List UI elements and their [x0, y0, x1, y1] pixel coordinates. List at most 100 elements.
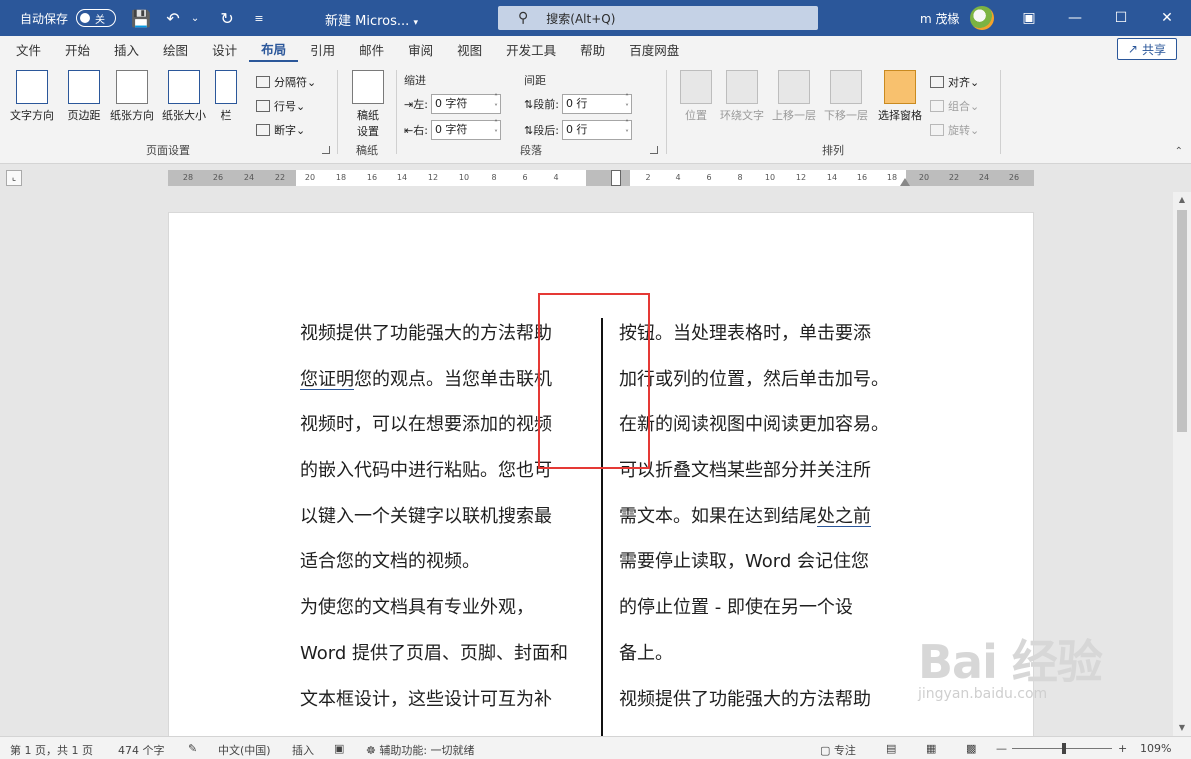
horizontal-ruler[interactable]: 28 26 24 22 20 18 16 14 12 10 8 6 4 2 4 …: [168, 170, 1034, 186]
size-button[interactable]: 纸张大小: [158, 70, 210, 123]
tab-view[interactable]: 视图: [445, 36, 494, 62]
align-button[interactable]: 对齐 ⌄: [930, 74, 979, 90]
draft-paper-setup-button[interactable]: 稿纸 设置: [342, 70, 394, 139]
indent-left[interactable]: ⇥ 左: 0 字符: [404, 93, 501, 114]
spacing-after[interactable]: ⇅ 段后: 0 行: [524, 119, 632, 140]
read-mode-icon[interactable]: ▤: [886, 742, 896, 755]
maximize-icon[interactable]: ☐: [1098, 0, 1144, 36]
user-name[interactable]: m 茂椽: [920, 10, 960, 27]
tab-layout[interactable]: 布局: [249, 36, 299, 62]
avatar[interactable]: [970, 6, 994, 30]
insert-mode[interactable]: 插入: [292, 742, 314, 758]
spellcheck-underlined-text[interactable]: 处之前: [817, 506, 871, 527]
indent-right-input[interactable]: 0 字符: [430, 119, 501, 140]
spacing-after-input[interactable]: 0 行: [561, 119, 632, 140]
document-page[interactable]: 视频提供了功能强大的方法帮助 您证明您的观点。当您单击联机 视频时，可以在想要添…: [168, 212, 1034, 736]
tab-file[interactable]: 文件: [4, 36, 53, 62]
close-icon[interactable]: ✕: [1144, 0, 1190, 36]
search-box[interactable]: ⚲ 搜索(Alt+Q): [498, 6, 818, 30]
rotate-button[interactable]: 旋转 ⌄: [930, 122, 979, 138]
margins-button[interactable]: 页边距: [58, 70, 110, 123]
tab-references[interactable]: 引用: [298, 36, 347, 62]
tab-insert[interactable]: 插入: [102, 36, 151, 62]
text-line[interactable]: 的停止位置 - 即使在另一个设: [619, 597, 939, 643]
ruler-tick: 22: [948, 173, 960, 182]
selection-pane-button[interactable]: 选择窗格: [874, 70, 926, 123]
web-layout-icon[interactable]: ▩: [966, 742, 976, 755]
text-line[interactable]: 需要停止读取，Word 会记住您: [619, 551, 939, 597]
zoom-out-icon[interactable]: —: [996, 742, 1007, 755]
page-setup-launcher-icon[interactable]: [322, 146, 330, 154]
page-count[interactable]: 第 1 页，共 1 页: [10, 742, 93, 758]
zoom-level[interactable]: 109%: [1140, 742, 1171, 755]
tab-mailings[interactable]: 邮件: [347, 36, 396, 62]
text-line[interactable]: 加行或列的位置，然后单击加号。: [619, 369, 939, 415]
autosave-toggle[interactable]: 关: [76, 9, 117, 27]
undo-dropdown-icon[interactable]: ⌄: [184, 7, 206, 29]
indent-left-input[interactable]: 0 字符: [430, 93, 501, 114]
hyphenation-button[interactable]: 断字 ⌄: [256, 122, 305, 138]
paragraph-launcher-icon[interactable]: [650, 146, 658, 154]
vertical-scrollbar[interactable]: ▲ ▼: [1173, 192, 1191, 736]
text-direction-button[interactable]: 文字方向: [6, 70, 58, 123]
orientation-button[interactable]: 纸张方向: [106, 70, 158, 123]
spacing-before-input[interactable]: 0 行: [561, 93, 632, 114]
zoom-slider-handle[interactable]: [1062, 743, 1066, 754]
text-line[interactable]: 按钮。当处理表格时，单击要添: [619, 323, 939, 369]
spacing-before[interactable]: ⇅ 段前: 0 行: [524, 93, 632, 114]
breaks-button[interactable]: 分隔符 ⌄: [256, 74, 316, 90]
text-line[interactable]: 视频提供了功能强大的方法帮助: [619, 689, 939, 735]
bring-forward-button[interactable]: 上移一层: [768, 70, 820, 123]
document-title[interactable]: 新建 Micros... ▾: [325, 10, 418, 29]
right-column[interactable]: 按钮。当处理表格时，单击要添 加行或列的位置，然后单击加号。 在新的阅读视图中阅…: [619, 323, 939, 734]
text-line[interactable]: 适合您的文档的视频。: [300, 551, 590, 597]
selection-pane-label: 选择窗格: [878, 109, 922, 122]
text-line[interactable]: 在新的阅读视图中阅读更加容易。: [619, 414, 939, 460]
undo-icon[interactable]: ↶: [162, 7, 184, 29]
focus-mode[interactable]: ▢ 专注: [820, 742, 856, 758]
group-objects-button[interactable]: 组合 ⌄: [930, 98, 979, 114]
ribbon-display-options-icon[interactable]: ▣: [1006, 0, 1052, 36]
scroll-down-icon[interactable]: ▼: [1173, 720, 1191, 736]
tab-help[interactable]: 帮助: [568, 36, 617, 62]
language[interactable]: 中文(中国): [218, 742, 271, 758]
text-line[interactable]: 以键入一个关键字以联机搜索最: [300, 506, 590, 552]
ruler-tick: 12: [427, 173, 439, 182]
indent-marker-icon[interactable]: [611, 170, 621, 186]
text-line[interactable]: Word 提供了页眉、页脚、封面和: [300, 643, 590, 689]
save-icon[interactable]: 💾: [130, 7, 152, 29]
text-line[interactable]: 备上。: [619, 643, 939, 689]
share-button[interactable]: ↗ 共享: [1116, 38, 1177, 60]
text-line[interactable]: 文本框设计，这些设计可互为补: [300, 689, 590, 735]
zoom-in-icon[interactable]: +: [1118, 742, 1127, 755]
tab-selector-icon[interactable]: ⌞: [6, 170, 22, 186]
scroll-up-icon[interactable]: ▲: [1173, 192, 1191, 208]
customize-toolbar-icon[interactable]: ≡: [248, 7, 270, 29]
print-layout-icon[interactable]: ▦: [926, 742, 936, 755]
send-backward-button[interactable]: 下移一层: [820, 70, 872, 123]
tab-developer[interactable]: 开发工具: [494, 36, 568, 62]
text-line[interactable]: 为使您的文档具有专业外观，: [300, 597, 590, 643]
spellcheck-underlined-text[interactable]: 您证明: [300, 369, 354, 390]
wrap-text-button[interactable]: 环绕文字: [714, 70, 770, 123]
macro-record-icon[interactable]: ▣: [334, 742, 344, 755]
collapse-ribbon-icon[interactable]: ⌃: [1175, 146, 1183, 157]
proofing-icon[interactable]: ✎: [188, 742, 197, 755]
tab-baidu-netdisk[interactable]: 百度网盘: [617, 36, 691, 62]
tab-review[interactable]: 审阅: [396, 36, 445, 62]
accessibility-status[interactable]: ☸ 辅助功能: 一切就绪: [366, 742, 475, 758]
autosave[interactable]: 自动保存 关: [20, 9, 117, 27]
redo-icon[interactable]: ↻: [216, 7, 238, 29]
text-line[interactable]: 需文本。如果在达到结尾处之前: [619, 506, 939, 552]
scrollbar-thumb[interactable]: [1177, 210, 1187, 432]
tab-draw[interactable]: 绘图: [151, 36, 200, 62]
indent-right[interactable]: ⇤ 右: 0 字符: [404, 119, 501, 140]
tab-home[interactable]: 开始: [53, 36, 102, 62]
right-indent-marker-icon[interactable]: [900, 178, 910, 186]
tab-design[interactable]: 设计: [200, 36, 249, 62]
line-numbers-button[interactable]: 行号 ⌄: [256, 98, 305, 114]
word-count[interactable]: 474 个字: [118, 742, 165, 758]
minimize-icon[interactable]: —: [1052, 0, 1098, 36]
columns-button[interactable]: 栏: [206, 70, 246, 123]
text-line[interactable]: 可以折叠文档某些部分并关注所: [619, 460, 939, 506]
